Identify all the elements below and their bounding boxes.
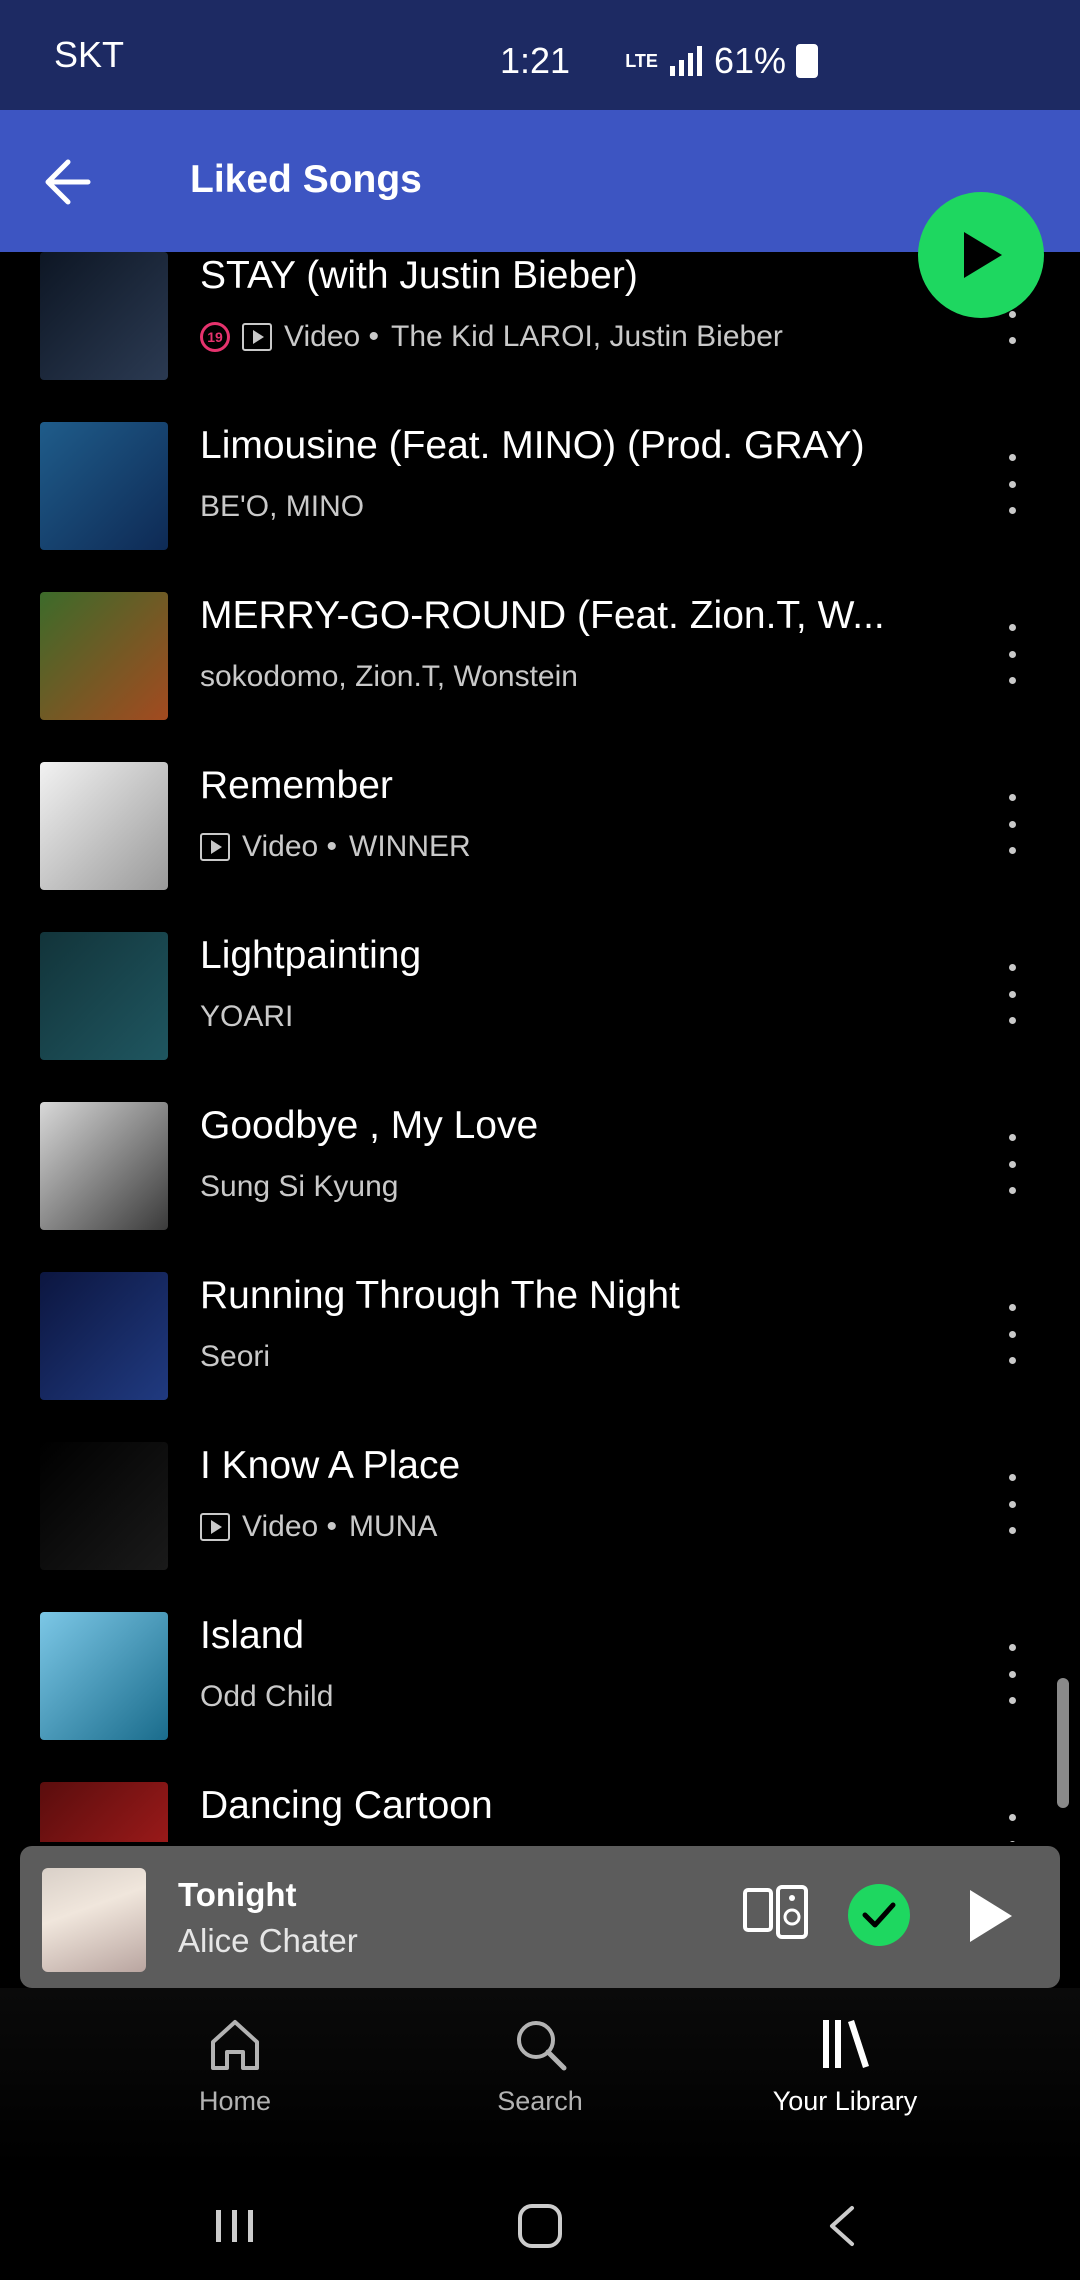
album-cover <box>40 762 168 890</box>
song-title: Dancing Cartoon <box>200 1784 493 1827</box>
back-arrow-icon[interactable] <box>38 154 94 210</box>
library-icon <box>823 2020 869 2068</box>
now-playing-artist: Alice Chater <box>178 1922 358 1959</box>
video-icon <box>200 1513 230 1541</box>
system-navigation-bar <box>0 2168 1080 2280</box>
song-row[interactable]: Goodbye , My Love Sung Si Kyung <box>0 1082 1080 1252</box>
nav-library[interactable]: Your Library <box>745 2014 945 2117</box>
more-options-icon[interactable] <box>1000 624 1024 684</box>
artist-name: YOARI <box>200 1000 294 1033</box>
network-type-label: LTE <box>625 51 658 71</box>
more-options-icon[interactable] <box>1000 1644 1024 1704</box>
artist-name: The Kid LAROI, Justin Bieber <box>391 320 783 353</box>
battery-percent: 61% <box>713 40 786 81</box>
more-options-icon[interactable] <box>1000 794 1024 854</box>
nav-home[interactable]: Home <box>135 2014 335 2117</box>
artist-name: WINNER <box>349 830 471 863</box>
recent-apps-icon[interactable] <box>212 2206 258 2246</box>
page-title: Liked Songs <box>190 158 422 201</box>
nav-search[interactable]: Search <box>440 2014 640 2117</box>
artist-name: Seori <box>200 1340 271 1373</box>
album-cover <box>40 592 168 720</box>
scrollbar-thumb[interactable] <box>1057 1678 1069 1808</box>
clock: 1:21 <box>500 40 571 81</box>
video-label: Video • <box>242 830 338 863</box>
song-list[interactable]: STAY (with Justin Bieber) 19 Video • The K… <box>0 252 1080 1842</box>
song-row[interactable]: Lightpainting YOARI <box>0 912 1080 1082</box>
song-subtitle: 19 Video • The Kid LAROI, Justin Bieber <box>200 320 783 354</box>
mini-play-icon[interactable] <box>964 1886 1016 1946</box>
status-bar: SKT 1:21 LTE 61% <box>0 0 1080 110</box>
status-indicators: LTE 61% <box>625 40 818 82</box>
video-label: Video • <box>242 1510 338 1543</box>
song-subtitle: Video • MUNA <box>200 1510 437 1544</box>
home-icon <box>211 2020 259 2070</box>
song-row[interactable]: Dancing Cartoon <box>0 1762 1080 1842</box>
more-options-icon[interactable] <box>1000 964 1024 1024</box>
liked-check-icon[interactable] <box>848 1884 910 1946</box>
artist-name: MUNA <box>349 1510 438 1543</box>
song-subtitle: Video • WINNER <box>200 830 471 864</box>
artist-name: Odd Child <box>200 1680 334 1713</box>
song-row[interactable]: Island Odd Child <box>0 1592 1080 1762</box>
now-playing-title: Tonight <box>178 1876 297 1913</box>
album-cover <box>40 422 168 550</box>
battery-icon <box>796 44 818 78</box>
song-row[interactable]: Remember Video • WINNER <box>0 742 1080 912</box>
age-rating-badge: 19 <box>200 322 230 352</box>
song-title: Remember <box>200 764 393 807</box>
song-row[interactable]: I Know A Place Video • MUNA <box>0 1422 1080 1592</box>
song-subtitle: BE'O, MINO <box>200 490 364 524</box>
song-row[interactable]: MERRY-GO-ROUND (Feat. Zion.T, W... sokod… <box>0 572 1080 742</box>
song-row[interactable]: Running Through The Night Seori <box>0 1252 1080 1422</box>
song-row[interactable]: STAY (with Justin Bieber) 19 Video • The K… <box>0 252 1080 402</box>
artist-name: Sung Si Kyung <box>200 1170 399 1203</box>
play-button[interactable] <box>918 192 1044 318</box>
song-subtitle: Sung Si Kyung <box>200 1170 398 1204</box>
nav-search-label: Search <box>497 2086 583 2116</box>
nav-home-label: Home <box>198 2086 272 2116</box>
video-icon <box>242 323 272 351</box>
album-cover <box>40 1442 168 1570</box>
more-options-icon[interactable] <box>1000 1814 1024 1842</box>
song-title: Island <box>200 1614 305 1657</box>
album-cover <box>40 252 168 380</box>
album-cover <box>40 1782 168 1842</box>
song-title: Running Through The Night <box>200 1274 680 1317</box>
song-title: STAY (with Justin Bieber) <box>200 254 638 297</box>
nav-library-label: Your Library <box>772 2086 918 2116</box>
album-cover <box>40 1102 168 1230</box>
video-label: Video • <box>284 320 380 353</box>
mini-player[interactable]: Tonight Alice Chater <box>20 1846 1060 1988</box>
album-cover <box>40 1612 168 1740</box>
song-title: I Know A Place <box>200 1444 461 1487</box>
song-title: Limousine (Feat. MINO) (Prod. GRAY) <box>200 424 865 467</box>
video-icon <box>200 833 230 861</box>
song-row[interactable]: Limousine (Feat. MINO) (Prod. GRAY) BE'O… <box>0 402 1080 572</box>
play-icon <box>964 232 1002 278</box>
song-subtitle: sokodomo, Zion.T, Wonstein <box>200 660 578 694</box>
more-options-icon[interactable] <box>1000 1474 1024 1534</box>
now-playing-cover <box>42 1868 146 1972</box>
artist-name: BE'O, MINO <box>200 490 365 523</box>
song-title: Lightpainting <box>200 934 422 977</box>
signal-icon <box>669 46 702 76</box>
artist-name: sokodomo, Zion.T, Wonstein <box>200 660 578 693</box>
more-options-icon[interactable] <box>1000 454 1024 514</box>
song-title: MERRY-GO-ROUND (Feat. Zion.T, W... <box>200 594 885 637</box>
song-subtitle: Odd Child <box>200 1680 333 1714</box>
bottom-navigation: Home Search Your Library <box>0 1988 1080 2168</box>
song-subtitle: Seori <box>200 1340 270 1374</box>
more-options-icon[interactable] <box>1000 1304 1024 1364</box>
system-back-icon[interactable] <box>822 2204 862 2248</box>
connect-device-icon[interactable] <box>742 1884 810 1940</box>
home-button-icon[interactable] <box>516 2202 564 2250</box>
more-options-icon[interactable] <box>1000 1134 1024 1194</box>
search-icon <box>517 2021 567 2071</box>
album-cover <box>40 1272 168 1400</box>
page-header: Liked Songs <box>0 110 1080 252</box>
album-cover <box>40 932 168 1060</box>
song-title: Goodbye , My Love <box>200 1104 539 1147</box>
song-subtitle: YOARI <box>200 1000 293 1034</box>
